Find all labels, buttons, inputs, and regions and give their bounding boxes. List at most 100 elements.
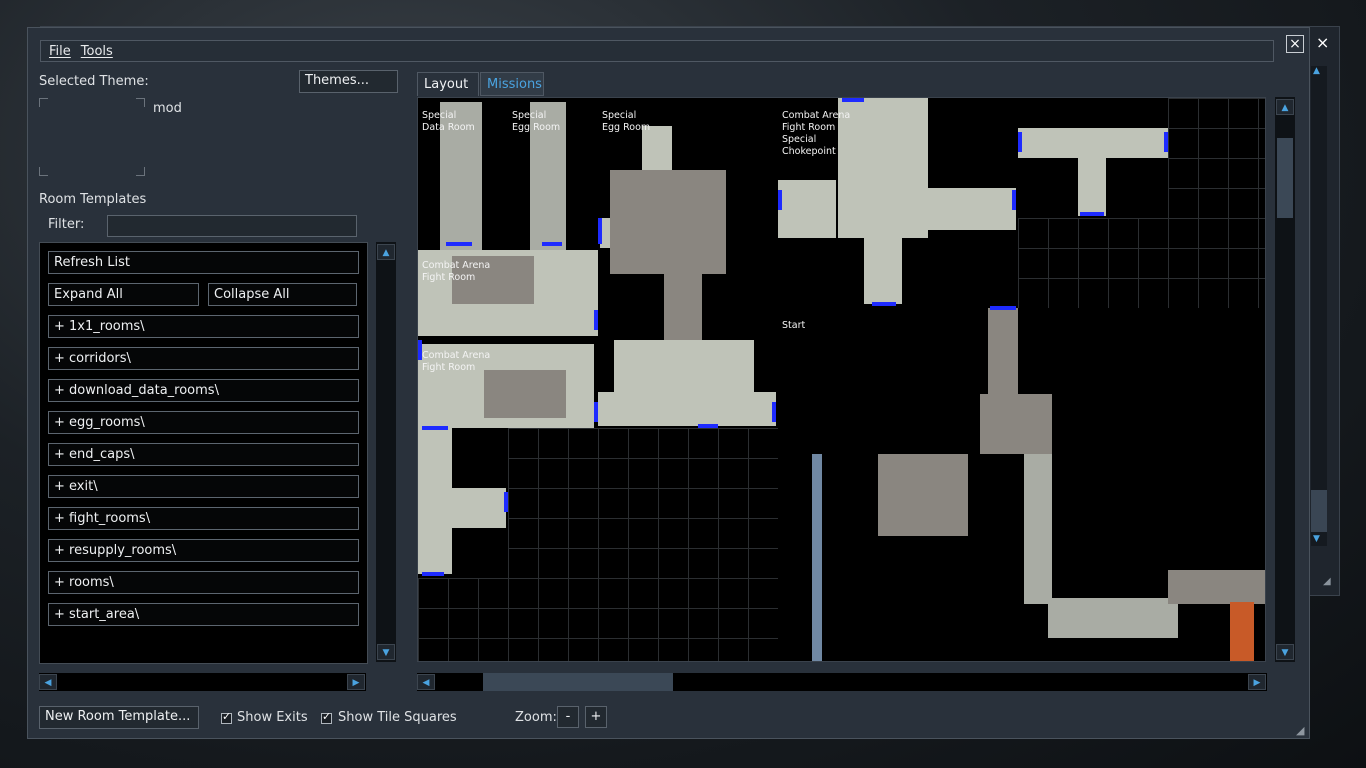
exit-marker xyxy=(1080,212,1104,216)
room-corridor[interactable] xyxy=(452,488,506,528)
folder-download-data-rooms[interactable]: + download_data_rooms\ xyxy=(48,379,359,402)
room-diagonal-corridor[interactable] xyxy=(1048,598,1178,638)
exit-marker xyxy=(504,492,508,512)
room-combat-fight[interactable] xyxy=(838,98,928,238)
room-left-wing[interactable] xyxy=(778,180,836,238)
folder-1x1-rooms[interactable]: + 1x1_rooms\ xyxy=(48,315,359,338)
room-corridor[interactable] xyxy=(1078,154,1106,216)
menu-bar: File Tools xyxy=(40,40,1274,62)
expand-all-button[interactable]: Expand All xyxy=(48,283,199,306)
background-scroll-up-icon[interactable]: ▲ xyxy=(1313,66,1320,76)
folder-start-area[interactable]: + start_area\ xyxy=(48,603,359,626)
background-resize-grip-icon[interactable]: ◢ xyxy=(1323,576,1331,587)
folder-corridors[interactable]: + corridors\ xyxy=(48,347,359,370)
room-hub[interactable] xyxy=(614,340,754,392)
tile-grid xyxy=(1168,98,1265,218)
room-elevator[interactable] xyxy=(1230,602,1254,661)
show-exits-checkbox[interactable] xyxy=(221,710,232,724)
exit-marker xyxy=(778,190,782,210)
room-corridor[interactable] xyxy=(418,428,452,574)
menu-tools[interactable]: Tools xyxy=(81,44,113,59)
label-combat-fight: Combat Arena Fight Room Special Chokepoi… xyxy=(782,110,851,157)
exit-marker xyxy=(598,218,602,244)
exit-marker xyxy=(446,242,472,246)
room-editor-window: File Tools × Selected Theme: Themes... m… xyxy=(27,27,1310,739)
tab-layout[interactable]: Layout xyxy=(417,72,479,96)
tile-grid xyxy=(508,428,778,661)
folder-egg-rooms[interactable]: + egg_rooms\ xyxy=(48,411,359,434)
tile-grid xyxy=(418,578,508,661)
layout-map-canvas[interactable]: Special Data Room Special Egg Room Speci… xyxy=(417,97,1266,662)
room-template-tree: Refresh List Expand All Collapse All + 1… xyxy=(39,242,368,664)
room-special-egg-2[interactable] xyxy=(610,170,726,274)
map-scroll-left-icon[interactable]: ◀ xyxy=(417,674,435,690)
folder-fight-rooms[interactable]: + fight_rooms\ xyxy=(48,507,359,530)
theme-thumbnail[interactable] xyxy=(39,98,145,176)
tree-scroll-down-icon[interactable]: ▼ xyxy=(377,644,395,660)
tree-scroll-right-icon[interactable]: ▶ xyxy=(347,674,365,690)
show-tile-squares-label: Show Tile Squares xyxy=(338,710,457,725)
room-long-corridor[interactable] xyxy=(1024,454,1052,604)
tree-scroll-up-icon[interactable]: ▲ xyxy=(377,244,395,260)
exit-marker xyxy=(422,426,448,430)
filter-label: Filter: xyxy=(48,217,85,232)
tree-scroll-left-icon[interactable]: ◀ xyxy=(39,674,57,690)
room-templates-header: Room Templates xyxy=(39,192,147,207)
map-scroll-right-icon[interactable]: ▶ xyxy=(1248,674,1266,690)
show-tile-squares-checkbox[interactable] xyxy=(321,710,332,724)
exit-marker xyxy=(698,424,718,428)
resize-grip-icon[interactable]: ◢ xyxy=(1296,724,1304,737)
tab-missions[interactable]: Missions xyxy=(480,72,544,96)
exit-marker xyxy=(594,402,598,422)
exit-marker xyxy=(842,98,864,102)
map-scroll-up-icon[interactable]: ▲ xyxy=(1276,99,1294,115)
exit-marker xyxy=(1164,132,1168,152)
room-right-wing[interactable] xyxy=(928,188,1016,230)
exit-marker xyxy=(422,572,444,576)
exit-marker xyxy=(1012,190,1016,210)
room-corner[interactable] xyxy=(1168,570,1265,604)
room-start-junction[interactable] xyxy=(980,394,1052,454)
new-room-template-button[interactable]: New Room Template... xyxy=(39,706,199,729)
label-special-egg-1: Special Egg Room xyxy=(512,110,561,133)
tree-vertical-scrollbar[interactable] xyxy=(376,242,396,662)
map-scroll-down-icon[interactable]: ▼ xyxy=(1276,644,1294,660)
label-special-data: Special Data Room xyxy=(422,110,475,133)
close-icon[interactable]: × xyxy=(1286,35,1304,53)
zoom-out-button[interactable]: - xyxy=(557,706,579,728)
exit-marker xyxy=(990,306,1016,310)
label-combat-arena-2: Combat Arena Fight Room xyxy=(422,350,491,373)
show-exits-label: Show Exits xyxy=(237,710,308,725)
map-hscroll-thumb[interactable] xyxy=(483,673,673,691)
background-scroll-down-icon[interactable]: ▼ xyxy=(1313,534,1320,544)
folder-resupply-rooms[interactable]: + resupply_rooms\ xyxy=(48,539,359,562)
selected-theme-label: Selected Theme: xyxy=(39,74,149,89)
background-close-icon[interactable]: × xyxy=(1316,33,1329,52)
folder-end-caps[interactable]: + end_caps\ xyxy=(48,443,359,466)
background-scrollbar[interactable] xyxy=(1311,66,1327,546)
room-corridor[interactable] xyxy=(664,274,702,344)
exit-marker xyxy=(594,310,598,330)
refresh-list-button[interactable]: Refresh List xyxy=(48,251,359,274)
map-vscroll-thumb[interactable] xyxy=(1277,138,1293,218)
themes-button[interactable]: Themes... xyxy=(299,70,398,93)
exit-marker xyxy=(872,302,896,306)
room-south-corridor[interactable] xyxy=(864,238,902,304)
room-corridor[interactable] xyxy=(988,308,1018,394)
label-start: Start xyxy=(782,320,806,331)
zoom-label: Zoom: xyxy=(515,710,557,725)
tree-horizontal-scrollbar[interactable] xyxy=(39,673,366,691)
room-start-area[interactable] xyxy=(878,454,968,536)
background-scroll-thumb[interactable] xyxy=(1311,490,1327,532)
room-light-beam xyxy=(812,454,822,661)
folder-exit[interactable]: + exit\ xyxy=(48,475,359,498)
folder-rooms[interactable]: + rooms\ xyxy=(48,571,359,594)
zoom-in-button[interactable]: + xyxy=(585,706,607,728)
room-corridor[interactable] xyxy=(598,392,776,426)
theme-name: mod xyxy=(153,101,182,116)
tile-grid xyxy=(1018,218,1265,308)
filter-input[interactable] xyxy=(107,215,357,237)
menu-file[interactable]: File xyxy=(49,44,71,59)
collapse-all-button[interactable]: Collapse All xyxy=(208,283,357,306)
room-arena-floor xyxy=(484,370,566,418)
